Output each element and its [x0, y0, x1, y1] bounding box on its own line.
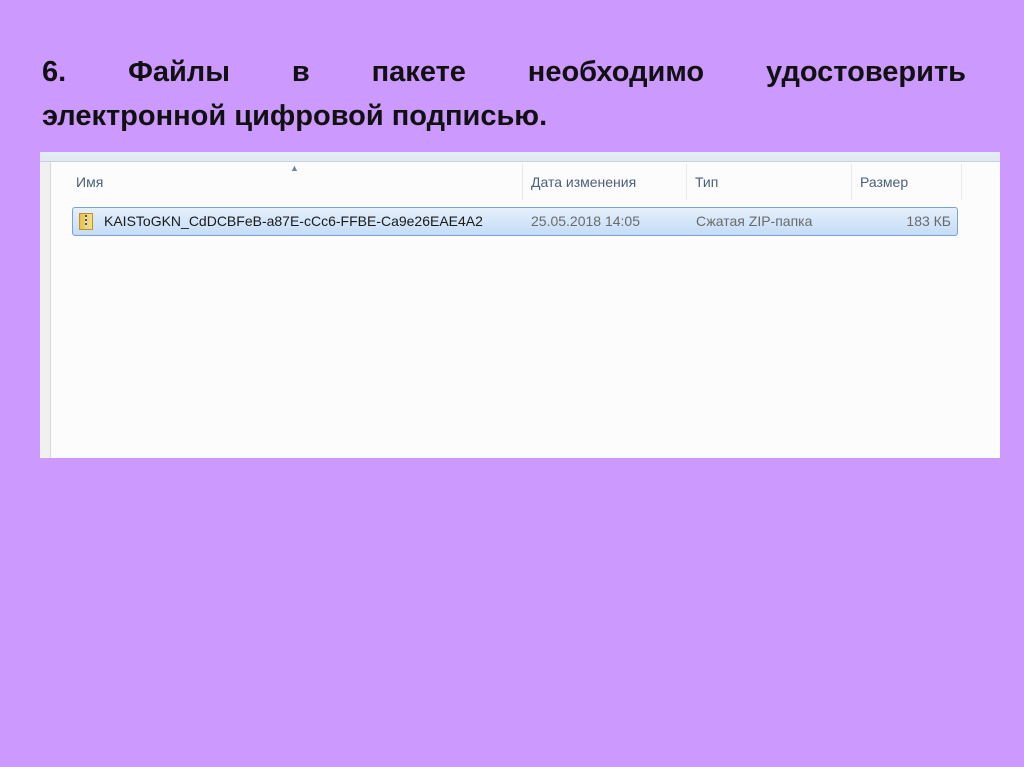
- navigation-pane-scrollbar[interactable]: [40, 162, 51, 458]
- zip-folder-icon: [79, 213, 93, 230]
- slide-title: 6. Файлы в пакете необходимо удостоверит…: [42, 50, 966, 138]
- file-modified: 25.05.2018 14:05: [531, 213, 640, 229]
- file-row[interactable]: KAISToGKN_CdDCBFeB-a87E-cCc6-FFBE-Ca9e26…: [72, 207, 958, 236]
- column-header-size[interactable]: Размер: [852, 164, 962, 200]
- column-header-type[interactable]: Тип: [687, 164, 852, 200]
- toolbar-strip: [40, 152, 1000, 162]
- column-header-name[interactable]: Имя: [68, 164, 523, 200]
- file-explorer-pane: ▲ Имя Дата изменения Тип Размер KAISToGK…: [40, 152, 1000, 458]
- file-type: Сжатая ZIP-папка: [696, 213, 813, 229]
- column-header-date[interactable]: Дата изменения: [523, 164, 687, 200]
- file-name: KAISToGKN_CdDCBFeB-a87E-cCc6-FFBE-Ca9e26…: [104, 213, 483, 229]
- title-line-2: электронной цифровой подписью.: [42, 100, 548, 132]
- title-line-1: 6. Файлы в пакете необходимо удостоверит…: [42, 56, 966, 88]
- file-size: 183 КБ: [906, 213, 951, 229]
